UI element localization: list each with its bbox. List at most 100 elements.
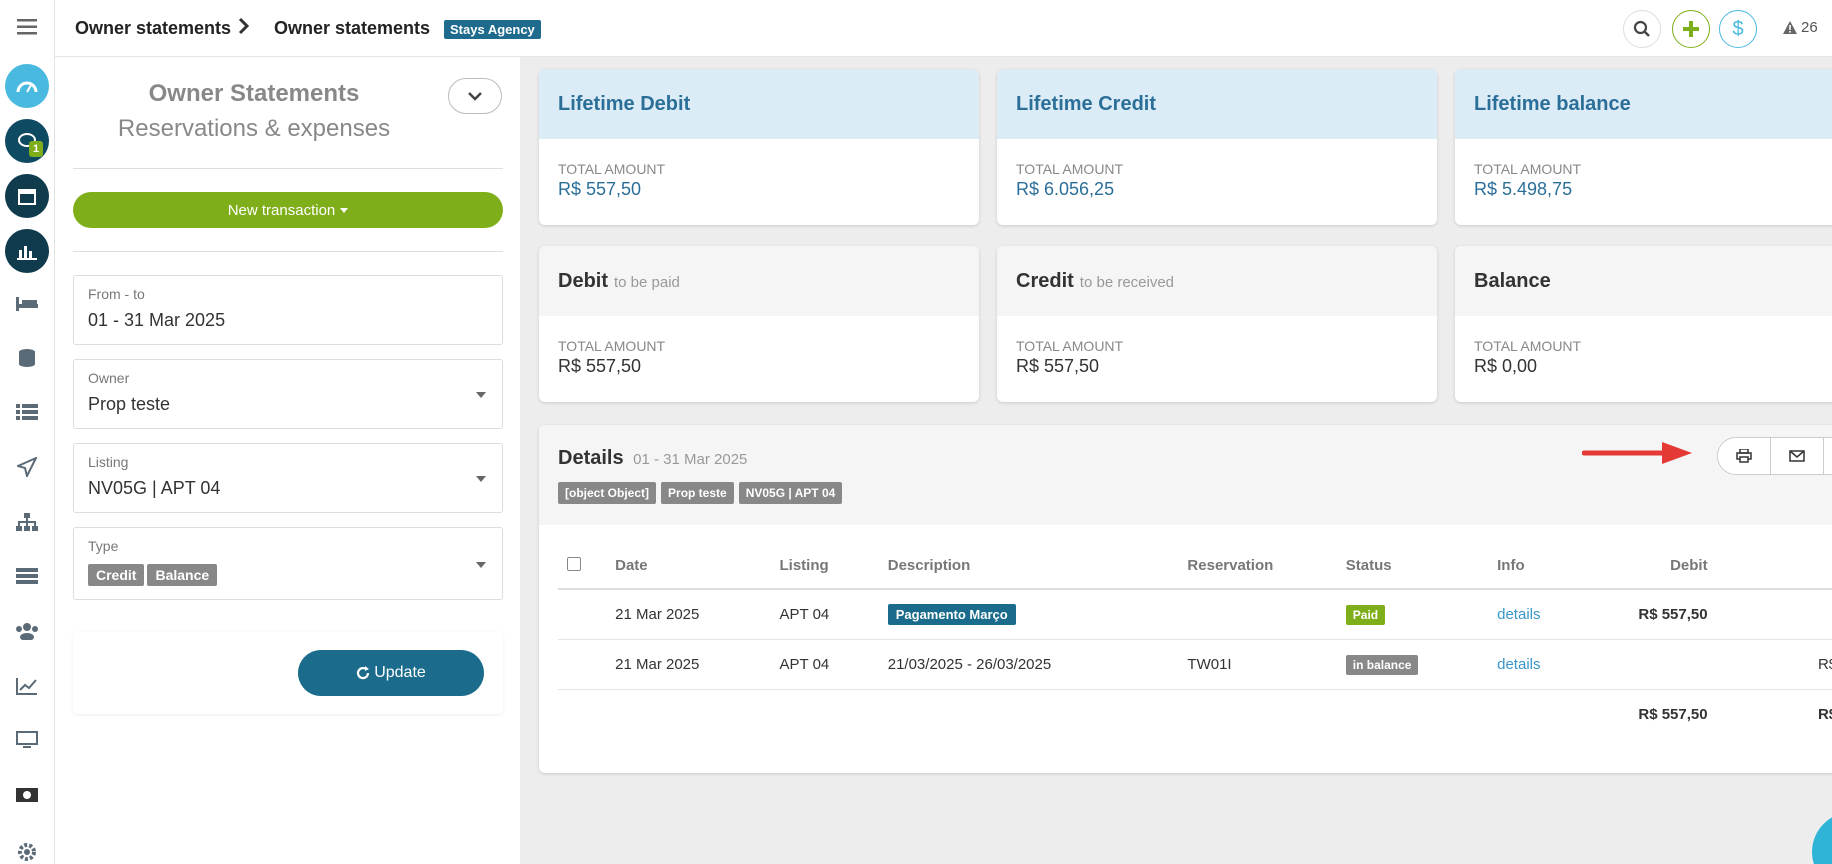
database-icon[interactable] xyxy=(5,336,49,380)
line-chart-icon[interactable] xyxy=(5,664,49,708)
money-icon[interactable] xyxy=(5,773,49,817)
totals-row: R$ 557,50 R$ 55 xyxy=(558,689,1832,739)
search-button[interactable] xyxy=(1623,10,1661,48)
type-select[interactable]: Type Credit Balance xyxy=(73,527,503,600)
more-button[interactable] xyxy=(1824,438,1832,474)
update-button[interactable]: Update xyxy=(298,650,484,696)
cell-date: 21 Mar 2025 xyxy=(615,639,780,690)
chevron-right-icon xyxy=(238,17,250,40)
agency-badge: Stays Agency xyxy=(444,20,541,39)
refresh-icon xyxy=(357,666,370,680)
listing-select[interactable]: Listing NV05G | APT 04 xyxy=(73,443,503,513)
card-amount: R$ 5.498,75 xyxy=(1474,179,1573,199)
card-amount: R$ 0,00 xyxy=(1474,356,1538,376)
details-link[interactable]: details xyxy=(1497,656,1540,673)
type-tag-credit[interactable]: Credit xyxy=(88,564,145,586)
col-description[interactable]: Description xyxy=(887,543,1188,590)
filter-chip: NV05G | APT 04 xyxy=(738,482,843,504)
sitemap-icon[interactable] xyxy=(5,500,49,544)
details-link[interactable]: details xyxy=(1497,606,1540,623)
calendar-icon[interactable] xyxy=(5,174,49,218)
new-transaction-label: New transaction xyxy=(227,201,336,219)
card-label: TOTAL AMOUNT xyxy=(558,161,666,177)
print-icon xyxy=(1736,449,1752,463)
monitor-icon[interactable] xyxy=(5,718,49,762)
dollar-icon: $ xyxy=(1732,17,1744,40)
lifetime-credit-card: Lifetime Credit TOTAL AMOUNT R$ 6.056,25 xyxy=(997,69,1437,225)
gear-icon[interactable] xyxy=(5,830,49,864)
debit-card: Debit to be paid TOTAL AMOUNT R$ 557,50 xyxy=(539,246,979,402)
chat-icon[interactable]: 1 xyxy=(5,119,49,163)
total-credit: R$ 55 xyxy=(1817,705,1832,723)
card-amount: R$ 557,50 xyxy=(558,179,642,199)
print-button[interactable] xyxy=(1718,438,1771,474)
cell-listing: APT 04 xyxy=(779,589,888,640)
owner-select[interactable]: Owner Prop teste xyxy=(73,359,503,429)
cell-credit xyxy=(1707,589,1832,640)
cell-reservation: TW01I xyxy=(1187,639,1346,690)
type-tags: Credit Balance xyxy=(88,564,220,586)
update-label: Update xyxy=(374,664,426,681)
icon-rail: 1 xyxy=(0,0,55,864)
credit-card: Credit to be received TOTAL AMOUNT R$ 55… xyxy=(997,246,1437,402)
col-debit[interactable]: Debit xyxy=(1597,543,1708,590)
type-tag-balance[interactable]: Balance xyxy=(147,564,218,586)
cell-debit xyxy=(1597,639,1708,690)
list-icon[interactable] xyxy=(5,390,49,434)
alerts[interactable]: 26 xyxy=(1783,19,1818,36)
card-label: TOTAL AMOUNT xyxy=(558,338,666,354)
card-label: TOTAL AMOUNT xyxy=(1016,161,1124,177)
lifetime-balance-card: Lifetime balance TOTAL AMOUNT R$ 5.498,7… xyxy=(1455,69,1832,225)
filter-chip: [object Object] xyxy=(558,482,657,504)
caret-down-icon xyxy=(476,392,486,398)
table-row[interactable]: 21 Mar 2025 APT 04 21/03/2025 - 26/03/20… xyxy=(558,639,1832,690)
select-all-checkbox[interactable] xyxy=(567,556,581,571)
col-reservation[interactable]: Reservation xyxy=(1187,543,1346,590)
menu-icon[interactable] xyxy=(5,5,49,49)
add-button[interactable] xyxy=(1672,10,1710,48)
caret-down-icon xyxy=(476,562,486,568)
table-row[interactable]: 21 Mar 2025 APT 04 Pagamento Março Paid … xyxy=(558,589,1832,640)
details-title: Details xyxy=(558,447,624,469)
dashboard-icon[interactable] xyxy=(5,64,49,108)
card-title: Credit xyxy=(1016,269,1074,292)
details-table: Date Listing Description Reservation Sta… xyxy=(558,543,1832,739)
owner-label: Owner xyxy=(88,370,130,386)
card-label: TOTAL AMOUNT xyxy=(1016,338,1124,354)
new-transaction-button[interactable]: New transaction xyxy=(73,192,503,228)
type-label: Type xyxy=(88,538,119,554)
cell-listing: APT 04 xyxy=(779,639,888,690)
date-range-value: 01 - 31 Mar 2025 xyxy=(88,310,226,330)
cell-description: 21/03/2025 - 26/03/2025 xyxy=(887,639,1188,690)
warning-icon xyxy=(1783,21,1797,34)
top-bar: Owner statements Owner statements Stays … xyxy=(55,0,1832,57)
send-icon[interactable] xyxy=(5,445,49,489)
col-info[interactable]: Info xyxy=(1497,543,1598,590)
col-status[interactable]: Status xyxy=(1345,543,1498,590)
collapse-button[interactable] xyxy=(448,78,502,114)
reports-icon[interactable] xyxy=(5,229,49,273)
balance-card: Balance TOTAL AMOUNT R$ 0,00 xyxy=(1455,246,1832,402)
card-amount: R$ 557,50 xyxy=(1016,356,1100,376)
finance-button[interactable]: $ xyxy=(1719,10,1757,48)
panel-subtitle: Reservations & expenses xyxy=(117,115,391,142)
bed-icon[interactable] xyxy=(5,282,49,326)
listing-label: Listing xyxy=(88,454,129,470)
details-panel: Details 01 - 31 Mar 2025 [object Object]… xyxy=(539,425,1832,773)
panel-title: Owner Statements xyxy=(148,80,360,107)
cell-debit: R$ 557,50 xyxy=(1597,589,1708,640)
email-button[interactable] xyxy=(1771,438,1824,474)
date-range-field[interactable]: From - to 01 - 31 Mar 2025 xyxy=(73,275,503,345)
col-listing[interactable]: Listing xyxy=(779,543,888,590)
col-credit[interactable]: C xyxy=(1707,543,1832,590)
card-label: TOTAL AMOUNT xyxy=(1474,161,1582,177)
breadcrumb-owner-statements[interactable]: Owner statements xyxy=(75,18,231,39)
alert-count: 26 xyxy=(1801,19,1818,36)
users-icon[interactable] xyxy=(5,609,49,653)
server-icon[interactable] xyxy=(5,554,49,598)
card-title: Lifetime balance xyxy=(1455,69,1832,139)
divider xyxy=(73,251,503,252)
annotation-arrow-icon xyxy=(1582,442,1692,464)
col-date[interactable]: Date xyxy=(615,543,780,590)
card-subtitle: to be paid xyxy=(614,274,680,291)
